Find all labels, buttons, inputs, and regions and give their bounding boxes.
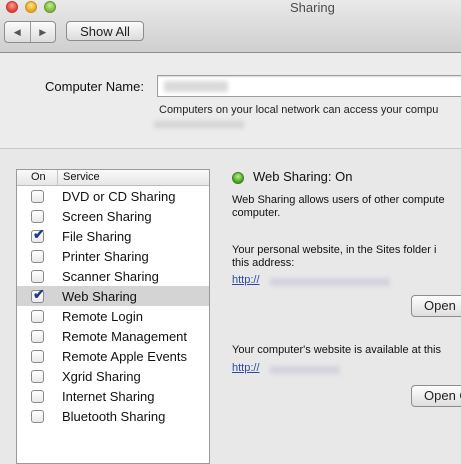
description-line-1: Web Sharing allows users of other comput…	[232, 194, 445, 206]
service-checkbox[interactable]	[31, 269, 44, 283]
back-arrow-icon: ◀	[13, 26, 21, 37]
forward-button[interactable]: ▶	[29, 22, 56, 42]
service-name: Printer Sharing	[62, 248, 149, 264]
service-row[interactable]: Printer Sharing	[17, 246, 209, 266]
zoom-window-button[interactable]	[44, 1, 56, 13]
checkmark-icon: ✔	[33, 225, 45, 242]
service-row[interactable]: ✔ File Sharing	[17, 226, 209, 246]
personal-site-text-2: this address:	[232, 257, 295, 269]
service-name: Screen Sharing	[62, 208, 152, 224]
computer-site-text: Your computer's website is available at …	[232, 344, 441, 356]
back-forward-control: ◀ ▶	[4, 21, 56, 43]
redacted-computer-name	[164, 81, 228, 92]
service-list: On Service DVD or CD Sharing Screen Shari…	[16, 169, 210, 464]
forward-arrow-icon: ▶	[39, 26, 47, 37]
service-checkbox[interactable]	[31, 369, 44, 383]
show-all-button[interactable]: Show All	[66, 21, 144, 41]
service-row[interactable]: Internet Sharing	[17, 386, 209, 406]
service-row[interactable]: Remote Apple Events	[17, 346, 209, 366]
service-checkbox[interactable]	[31, 349, 44, 363]
computer-name-input[interactable]	[157, 75, 461, 97]
service-checkbox[interactable]	[31, 409, 44, 423]
service-name: Xgrid Sharing	[62, 368, 141, 384]
back-button[interactable]: ◀	[5, 22, 30, 42]
column-header-on[interactable]: On	[17, 170, 58, 185]
service-checkbox[interactable]: ✔	[31, 286, 45, 303]
sharing-window: Sharing ◀ ▶ Show All Computer Name: Comp…	[0, 0, 461, 464]
redacted-address	[154, 121, 244, 128]
description-line-2: computer.	[232, 207, 281, 219]
service-checkbox[interactable]	[31, 329, 44, 343]
service-rows: DVD or CD Sharing Screen Sharing ✔ File Sha…	[17, 186, 209, 426]
computer-name-help-text: Computers on your local network can acce…	[159, 104, 439, 116]
service-name: Internet Sharing	[62, 388, 155, 404]
window-title: Sharing	[290, 0, 335, 15]
close-window-button[interactable]	[6, 1, 18, 13]
service-row[interactable]: Remote Management	[17, 326, 209, 346]
service-checkbox[interactable]: ✔	[31, 226, 45, 243]
service-checkbox[interactable]	[31, 189, 44, 203]
computer-name-label: Computer Name:	[45, 79, 144, 94]
service-row[interactable]: Remote Login	[17, 306, 209, 326]
service-checkbox[interactable]	[31, 389, 44, 403]
checkmark-icon: ✔	[33, 285, 45, 302]
redacted-computer-url	[270, 366, 340, 374]
service-name: Remote Management	[62, 328, 188, 344]
open-personal-site-button[interactable]: Open	[411, 295, 461, 317]
service-row[interactable]: Scanner Sharing	[17, 266, 209, 286]
open-computer-site-button[interactable]: Open C	[411, 385, 461, 407]
personal-site-url-text: http://	[232, 274, 260, 286]
service-name: DVD or CD Sharing	[62, 188, 176, 204]
service-name: Remote Login	[62, 308, 143, 324]
toolbar: Sharing ◀ ▶ Show All	[0, 0, 461, 53]
service-row[interactable]: ✔ Web Sharing	[17, 286, 209, 306]
status-indicator-icon	[232, 172, 244, 184]
service-row[interactable]: Xgrid Sharing	[17, 366, 209, 386]
computer-name-section: Computer Name: Computers on your local n…	[0, 53, 461, 149]
service-row[interactable]: DVD or CD Sharing	[17, 186, 209, 206]
service-name: Web Sharing	[62, 288, 137, 304]
personal-site-text-1: Your personal website, in the Sites fold…	[232, 244, 437, 256]
redacted-personal-url	[270, 278, 390, 286]
service-row[interactable]: Screen Sharing	[17, 206, 209, 226]
service-name: Remote Apple Events	[62, 348, 188, 364]
service-status: Web Sharing: On	[253, 169, 353, 184]
service-name: Bluetooth Sharing	[62, 408, 166, 424]
service-list-header: On Service	[17, 170, 209, 186]
computer-site-url-text: http://	[232, 362, 260, 374]
minimize-window-button[interactable]	[25, 1, 37, 13]
column-header-service[interactable]: Service	[58, 170, 100, 185]
sharing-main: On Service DVD or CD Sharing Screen Shari…	[0, 149, 461, 464]
service-row[interactable]: Bluetooth Sharing	[17, 406, 209, 426]
service-checkbox[interactable]	[31, 249, 44, 263]
service-name: File Sharing	[62, 228, 132, 244]
service-name: Scanner Sharing	[62, 268, 159, 284]
service-checkbox[interactable]	[31, 309, 44, 323]
service-checkbox[interactable]	[31, 209, 44, 223]
